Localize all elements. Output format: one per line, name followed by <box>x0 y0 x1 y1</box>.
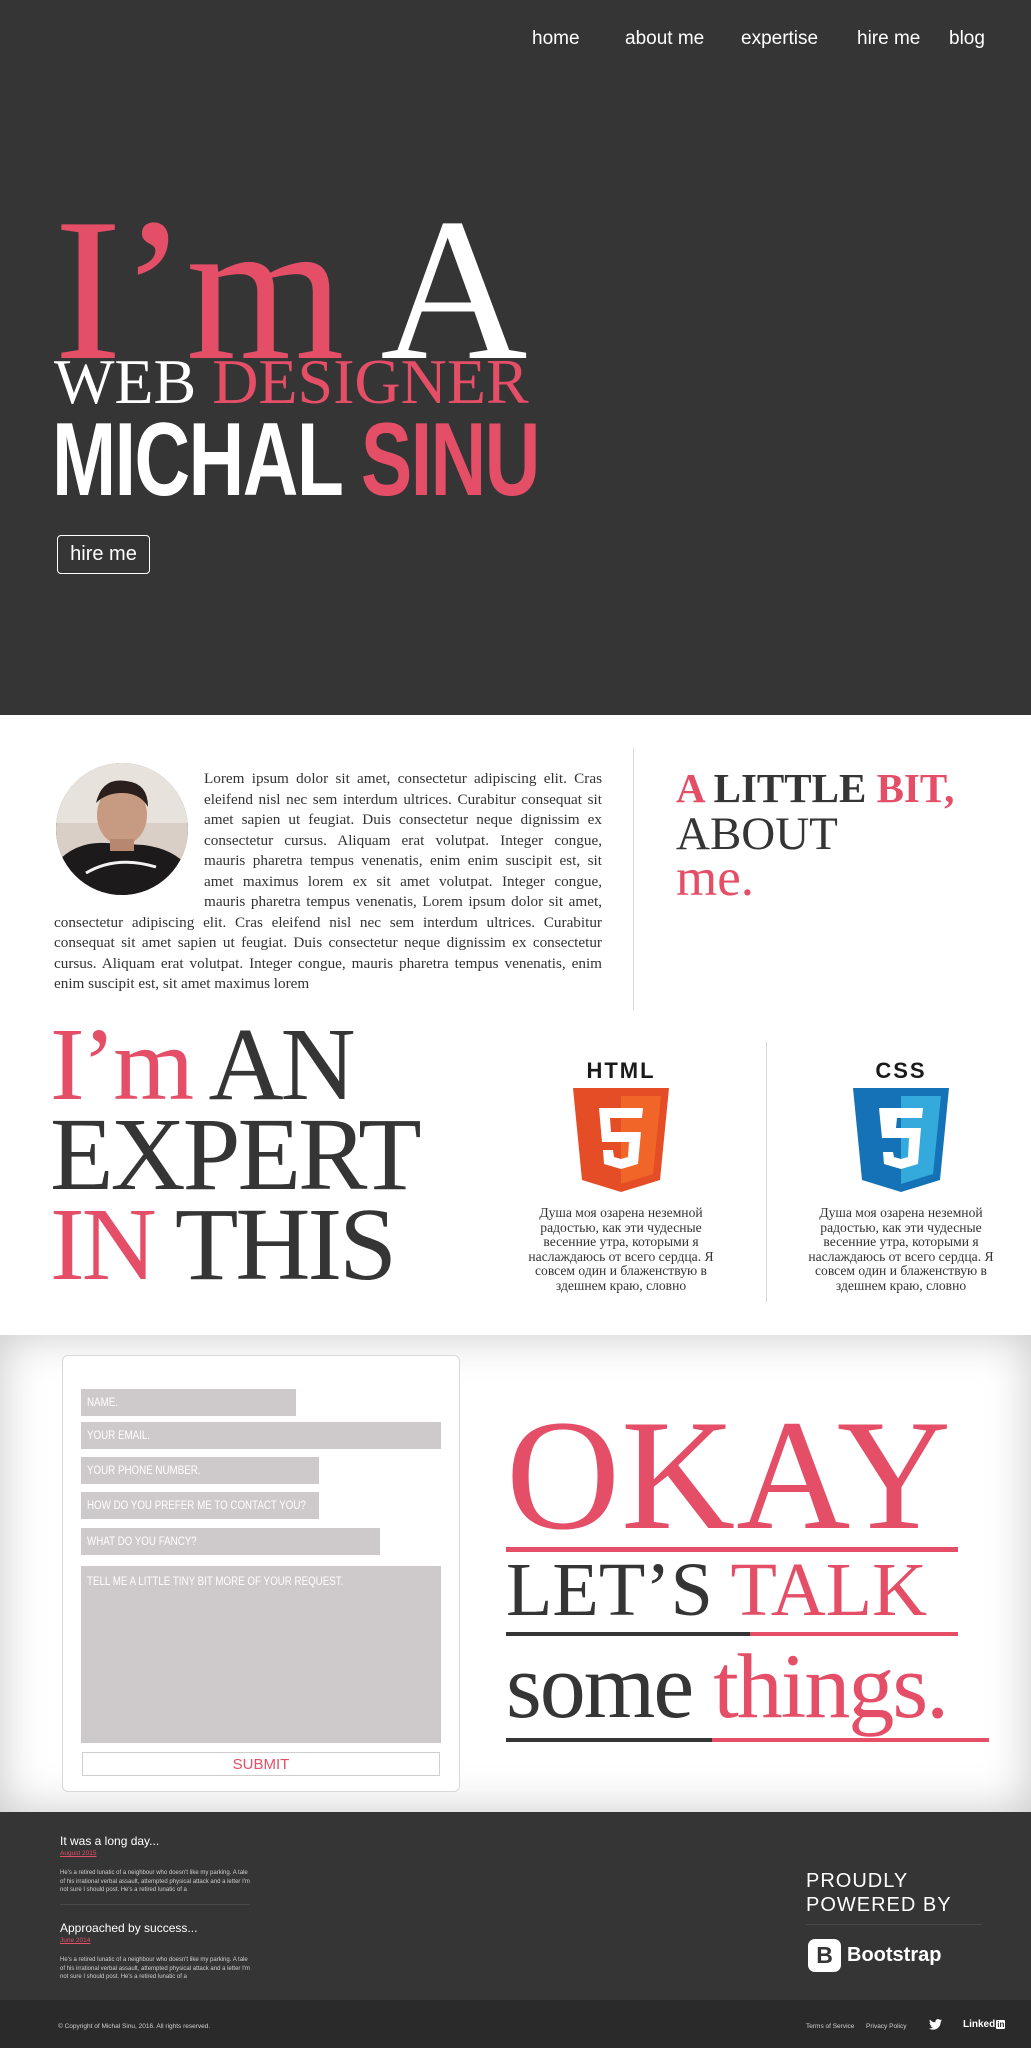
powered-separator <box>806 1924 982 1925</box>
powered-by-text: PROUDLY POWERED BY <box>806 1869 952 1917</box>
hero-name-first: MICHAL <box>52 402 342 518</box>
hire-me-button[interactable]: hire me <box>57 535 150 574</box>
expertise-this: THIS <box>174 1187 397 1302</box>
about-heading: A LITTLE BIT, ABOUT me. <box>676 768 954 905</box>
nav-hire-me[interactable]: hire me <box>857 28 920 50</box>
hero-name: MICHAL SINU <box>52 408 540 512</box>
phone-field[interactable]: YOUR PHONE NUMBER. <box>81 1457 319 1484</box>
things-word: things. <box>713 1635 949 1737</box>
skill-html-label: HTML <box>586 1058 656 1083</box>
some-things-heading: some things. <box>506 1640 949 1732</box>
blog-post-excerpt: He's a retired lunatic of a neighbour wh… <box>60 1957 250 1980</box>
bootstrap-name: Bootstrap <box>847 1944 942 1966</box>
interest-field[interactable]: WHAT DO YOU FANCY? <box>81 1528 380 1555</box>
css3-shield-icon <box>853 1088 949 1192</box>
expertise-line3: IN THIS <box>50 1193 419 1297</box>
top-nav: home about me expertise hire me blog <box>0 28 1031 58</box>
request-textarea[interactable]: TELL ME A LITTLE TINY BIT MORE OF YOUR R… <box>81 1566 441 1743</box>
hero-name-last: SINU <box>360 402 540 518</box>
about-divider <box>633 748 634 1010</box>
request-textarea-placeholder: TELL ME A LITTLE TINY BIT MORE OF YOUR R… <box>87 1576 344 1588</box>
about-paragraph: Lorem ipsum dolor sit amet, consectetur … <box>54 769 602 995</box>
lets-talk-heading: LET’S TALK <box>506 1552 927 1628</box>
about-heading-bit: BIT, <box>876 765 955 811</box>
about-heading-little: LITTLE <box>713 765 867 811</box>
linkedin-text: Linked <box>963 2019 996 2030</box>
blog-post-title[interactable]: It was a long day... <box>60 1834 159 1848</box>
terms-link[interactable]: Terms of Service <box>806 2023 854 2030</box>
html5-shield-icon <box>573 1088 669 1192</box>
nav-about-me[interactable]: about me <box>625 28 704 50</box>
interest-field-placeholder: WHAT DO YOU FANCY? <box>87 1535 197 1548</box>
email-field[interactable]: YOUR EMAIL. <box>81 1422 441 1449</box>
about-heading-line1: A LITTLE BIT, <box>676 768 954 809</box>
linkedin-icon[interactable]: Linked in <box>963 2019 1006 2030</box>
powered-line2: POWERED BY <box>806 1894 952 1916</box>
about-heading-a: A <box>676 765 704 811</box>
blog-post-excerpt: He's a retired lunatic of a neighbour wh… <box>60 1870 250 1893</box>
linkedin-in-box: in <box>996 2020 1006 2029</box>
expertise-in: IN <box>50 1187 157 1302</box>
bootstrap-icon: B <box>808 1939 841 1972</box>
blog-post-separator <box>60 1904 250 1905</box>
skill-html: HTML Душа моя озарена неземной радостью,… <box>516 1060 726 1293</box>
some-underline <box>506 1738 712 1742</box>
powered-line1: PROUDLY <box>806 1870 909 1892</box>
contact-preference-placeholder: HOW DO YOU PREFER ME TO CONTACT YOU? <box>87 1499 306 1512</box>
bootstrap-logo[interactable]: B Bootstrap <box>808 1939 941 1972</box>
name-field-placeholder: NAME. <box>87 1396 118 1409</box>
twitter-icon[interactable] <box>929 2019 942 2030</box>
things-underline <box>712 1738 989 1742</box>
skill-divider <box>766 1042 767 1302</box>
nav-home[interactable]: home <box>532 28 580 50</box>
skill-css-text: Душа моя озарена неземной радостью, как … <box>808 1205 994 1293</box>
okay-heading: OKAY <box>506 1388 952 1563</box>
email-field-placeholder: YOUR EMAIL. <box>87 1429 151 1442</box>
contact-preference-field[interactable]: HOW DO YOU PREFER ME TO CONTACT YOU? <box>81 1492 319 1519</box>
hero-section: home about me expertise hire me blog I’m… <box>0 0 1031 715</box>
skill-css-label: CSS <box>875 1058 927 1083</box>
phone-field-placeholder: YOUR PHONE NUMBER. <box>87 1464 201 1477</box>
skill-html-text: Душа моя озарена неземной радостью, как … <box>528 1205 714 1293</box>
talk-word: TALK <box>730 1548 928 1632</box>
blog-post-date[interactable]: August 2015 <box>60 1850 97 1857</box>
blog-post-date[interactable]: June 2014 <box>60 1937 90 1944</box>
blog-post-title[interactable]: Approached by success... <box>60 1921 197 1935</box>
lets-word: LET’S <box>506 1548 713 1632</box>
nav-expertise[interactable]: expertise <box>741 28 818 50</box>
avatar-spacer <box>54 769 204 909</box>
some-word: some <box>506 1635 694 1737</box>
nav-blog[interactable]: blog <box>949 28 985 50</box>
expertise-heading: I’m AN EXPERT IN THIS <box>50 1013 422 1297</box>
submit-button[interactable]: SUBMIT <box>82 1752 440 1776</box>
copyright-text: © Copyright of Michal Sinu, 2016. All ri… <box>58 2023 211 2030</box>
privacy-link[interactable]: Privacy Policy <box>866 2023 906 2030</box>
name-field[interactable]: NAME. <box>81 1389 296 1416</box>
skill-css: CSS Душа моя озарена неземной радостью, … <box>796 1060 1006 1293</box>
